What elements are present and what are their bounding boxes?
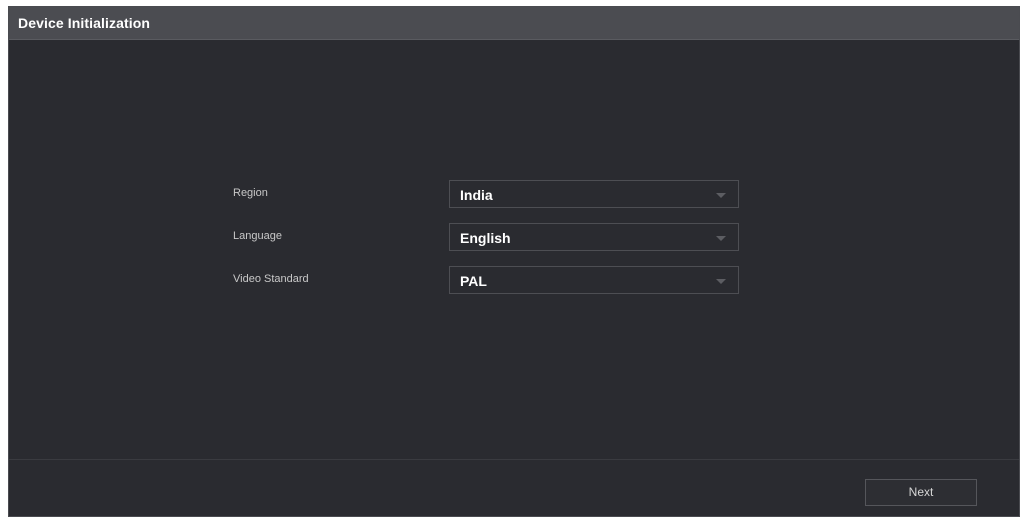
footer-divider (9, 459, 1019, 460)
region-select[interactable]: India (449, 180, 739, 208)
video-standard-value: PAL (460, 273, 487, 289)
language-label: Language (233, 230, 282, 242)
chevron-down-icon (716, 236, 726, 241)
next-button[interactable]: Next (865, 479, 977, 506)
video-standard-label: Video Standard (233, 273, 309, 285)
video-standard-row: Video Standard PAL (9, 266, 1019, 294)
language-row: Language English (9, 223, 1019, 251)
region-value: India (460, 187, 493, 203)
window-title: Device Initialization (18, 15, 151, 31)
language-value: English (460, 230, 511, 246)
video-standard-select[interactable]: PAL (449, 266, 739, 294)
language-select[interactable]: English (449, 223, 739, 251)
device-initialization-window: Device Initialization Region India Langu… (8, 6, 1020, 517)
title-bar: Device Initialization (9, 7, 1019, 40)
region-label: Region (233, 187, 268, 199)
chevron-down-icon (716, 193, 726, 198)
region-row: Region India (9, 180, 1019, 208)
chevron-down-icon (716, 279, 726, 284)
